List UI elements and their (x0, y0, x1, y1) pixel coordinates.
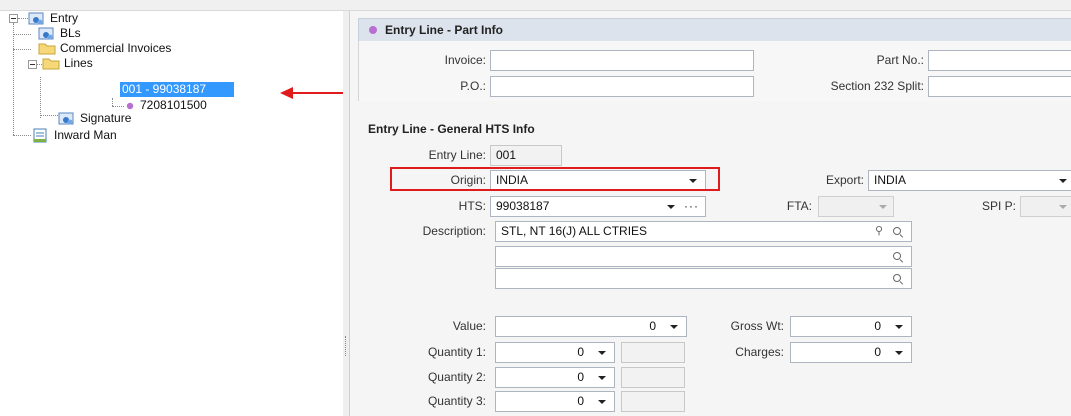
folder-icon (42, 56, 60, 75)
quantity3-unit-field (621, 391, 685, 412)
section232-input[interactable] (928, 76, 1071, 97)
gross-wt-spin[interactable]: 0 (790, 316, 912, 337)
tree-connector (112, 106, 124, 107)
entry-line-field: 001 (490, 145, 562, 166)
document-icon (32, 128, 50, 147)
chevron-down-icon[interactable] (1059, 179, 1067, 183)
charges-text: 0 (874, 345, 881, 359)
export-select[interactable]: INDIA (868, 170, 1071, 191)
tree-item-label: 001 - 99038187 (120, 82, 234, 97)
quantity2-unit-field (621, 367, 685, 388)
quantity1-text: 0 (577, 345, 584, 359)
annotation-arrow-line (292, 92, 350, 94)
hts-value: 99038187 (496, 199, 550, 213)
gross-wt-text: 0 (874, 319, 881, 333)
value-text: 0 (649, 319, 656, 333)
chevron-down-icon[interactable] (895, 351, 903, 355)
search-icon[interactable] (893, 252, 901, 260)
quantity1-unit-field (621, 342, 685, 363)
description-text: STL, NT 16(J) ALL CTRIES (501, 224, 648, 238)
tree-item-label: Signature (80, 111, 132, 125)
tree-connector (112, 98, 113, 106)
hts-select[interactable]: 99038187 ··· (490, 196, 706, 217)
description-line-2[interactable] (495, 246, 912, 267)
origin-highlight-box (390, 167, 720, 191)
part-no-input[interactable] (928, 50, 1071, 71)
tree-connector (13, 135, 31, 136)
quantity1-spin[interactable]: 0 (495, 342, 615, 363)
tree-item-label: Commercial Invoices (60, 41, 172, 55)
group-bullet-icon (369, 26, 377, 34)
chevron-down-icon[interactable] (670, 325, 678, 329)
chevron-down-icon[interactable] (598, 376, 606, 380)
spi-label: SPI P: (981, 199, 1016, 213)
gross-wt-label: Gross Wt: (730, 319, 784, 333)
section232-label: Section 232 Split: (830, 79, 924, 93)
hts-info-title: Entry Line - General HTS Info (368, 122, 535, 136)
charges-label: Charges: (735, 345, 784, 359)
quantity2-label: Quantity 2: (427, 370, 486, 384)
chevron-down-icon[interactable] (598, 351, 606, 355)
top-toolbar-strip (0, 0, 1071, 11)
chevron-down-icon[interactable] (1059, 205, 1067, 209)
invoice-label: Invoice: (444, 53, 486, 67)
tree-item-label: 7208101500 (140, 98, 207, 112)
value-spin[interactable]: 0 (495, 316, 687, 337)
chevron-down-icon[interactable] (879, 205, 887, 209)
description-line-1[interactable]: STL, NT 16(J) ALL CTRIES ⚲ (495, 221, 912, 242)
export-value: INDIA (874, 173, 907, 187)
chevron-down-icon[interactable] (895, 325, 903, 329)
collapse-toggle[interactable] (9, 14, 18, 23)
po-input[interactable] (490, 76, 754, 97)
chevron-down-icon[interactable] (598, 400, 606, 404)
invoice-input[interactable] (490, 50, 754, 71)
charges-spin[interactable]: 0 (790, 342, 912, 363)
collapse-toggle[interactable] (28, 60, 37, 69)
tree-item-label: Lines (64, 56, 93, 70)
po-label: P.O.: (460, 79, 486, 93)
fta-select[interactable] (818, 196, 894, 217)
splitter-grip[interactable] (345, 336, 347, 356)
description-label: Description: (422, 224, 486, 238)
quantity3-text: 0 (577, 394, 584, 408)
tree-connector (13, 34, 31, 35)
entry-tree: Entry BLs Commercial Invoices Lines 001 … (0, 11, 344, 416)
search-icon[interactable] (893, 227, 901, 235)
ellipsis-icon[interactable]: ··· (684, 197, 699, 216)
chevron-down-icon[interactable] (667, 205, 675, 209)
quantity1-label: Quantity 1: (427, 345, 486, 359)
part-info-header: Entry Line - Part Info (358, 18, 1071, 42)
wrench-icon[interactable]: ⚲ (875, 222, 883, 241)
annotation-arrow-icon (280, 87, 293, 99)
tree-connector (18, 18, 28, 19)
part-no-label: Part No.: (876, 53, 924, 67)
tree-connector (40, 77, 41, 118)
panel-splitter[interactable] (343, 11, 350, 416)
export-label: Export: (825, 173, 864, 187)
fta-label: FTA: (786, 199, 812, 213)
value-label: Value: (452, 319, 486, 333)
tree-connector (13, 23, 14, 135)
tree-item-label: Entry (50, 11, 79, 25)
quantity3-label: Quantity 3: (427, 394, 486, 408)
part-info-title: Entry Line - Part Info (385, 23, 504, 37)
quantity3-spin[interactable]: 0 (495, 391, 615, 412)
tree-item-label: Inward Man (54, 128, 117, 142)
description-line-3[interactable] (495, 268, 912, 289)
search-icon[interactable] (893, 274, 901, 282)
quantity2-text: 0 (577, 370, 584, 384)
spi-select[interactable] (1020, 196, 1071, 217)
tree-item-label: BLs (60, 26, 81, 40)
tree-connector (40, 115, 58, 116)
entry-line-label: Entry Line: (428, 148, 486, 162)
hts-label: HTS: (458, 199, 486, 213)
quantity2-spin[interactable]: 0 (495, 367, 615, 388)
tree-connector (13, 49, 31, 50)
